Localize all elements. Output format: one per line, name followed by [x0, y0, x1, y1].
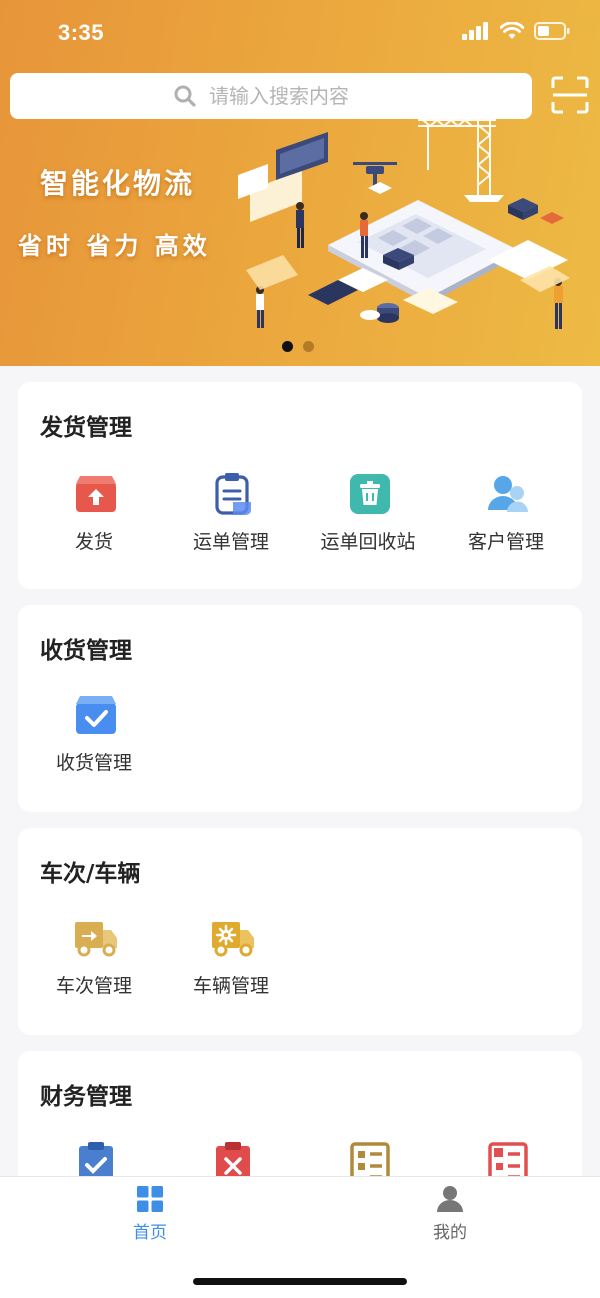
carousel-dot-1[interactable] — [282, 341, 293, 352]
section-title: 车次/车辆 — [40, 861, 141, 887]
ship-button[interactable]: 发货 — [24, 472, 164, 582]
item-label: 运单管理 — [192, 531, 269, 553]
customers-icon — [488, 476, 528, 512]
home-grid-icon — [137, 1186, 163, 1212]
customer-management-button[interactable]: 客户管理 — [436, 472, 576, 582]
wifi-icon — [500, 22, 524, 39]
tab-label: 我的 — [433, 1223, 467, 1243]
banner-title: 智能化物流 — [40, 167, 196, 200]
item-label: 发货 — [74, 531, 113, 553]
vehicle-management-button[interactable]: 车辆管理 — [161, 916, 301, 1026]
truck-gear-icon — [212, 922, 254, 957]
search-icon — [174, 85, 196, 107]
search-input[interactable] — [209, 84, 369, 108]
carousel-indicator[interactable] — [282, 341, 314, 352]
clipboard-list-icon — [215, 473, 251, 515]
tab-mine[interactable]: 我的 — [390, 1185, 510, 1247]
cellular-signal-icon — [462, 22, 488, 40]
scan-icon[interactable] — [551, 76, 589, 114]
banner-subtitle: 省时 省力 高效 — [18, 232, 211, 260]
item-label: 收货管理 — [55, 752, 132, 774]
truck-arrow-icon — [75, 922, 117, 957]
battery-icon — [534, 22, 570, 40]
status-icons — [462, 22, 570, 40]
status-time: 3:35 — [58, 20, 105, 45]
status-bar: 3:35 — [0, 0, 600, 64]
receiving-management-button[interactable]: 收货管理 — [24, 693, 164, 803]
item-label: 运单回收站 — [320, 531, 416, 553]
section-trips-vehicles: 车次/车辆 车次管理 车辆管理 — [18, 828, 582, 1035]
item-label: 客户管理 — [467, 531, 544, 553]
ship-box-icon — [76, 476, 116, 512]
section-title: 财务管理 — [40, 1084, 132, 1110]
item-label: 车次管理 — [55, 975, 132, 997]
waybill-recycle-bin-button[interactable]: 运单回收站 — [298, 472, 438, 582]
user-icon — [437, 1186, 463, 1212]
section-title: 发货管理 — [40, 415, 132, 441]
tab-home[interactable]: 首页 — [90, 1185, 210, 1247]
search-bar[interactable] — [10, 73, 532, 119]
waybill-management-button[interactable]: 运单管理 — [161, 472, 301, 582]
section-title: 收货管理 — [40, 638, 132, 664]
trip-management-button[interactable]: 车次管理 — [24, 916, 164, 1026]
section-receiving: 收货管理 收货管理 — [18, 605, 582, 812]
carousel-dot-2[interactable] — [303, 341, 314, 352]
tab-label: 首页 — [133, 1223, 167, 1243]
section-shipping: 发货管理 发货 运单管理 运单回收站 客户管理 — [18, 382, 582, 589]
receive-box-icon — [76, 696, 116, 734]
item-label: 车辆管理 — [192, 975, 269, 997]
trash-icon — [350, 474, 390, 514]
logistics-illustration — [238, 115, 570, 329]
header-banner[interactable]: 3:35 请输入搜索内容 智能化物流 省时 省力 高效 — [0, 0, 600, 366]
home-indicator — [193, 1278, 407, 1285]
